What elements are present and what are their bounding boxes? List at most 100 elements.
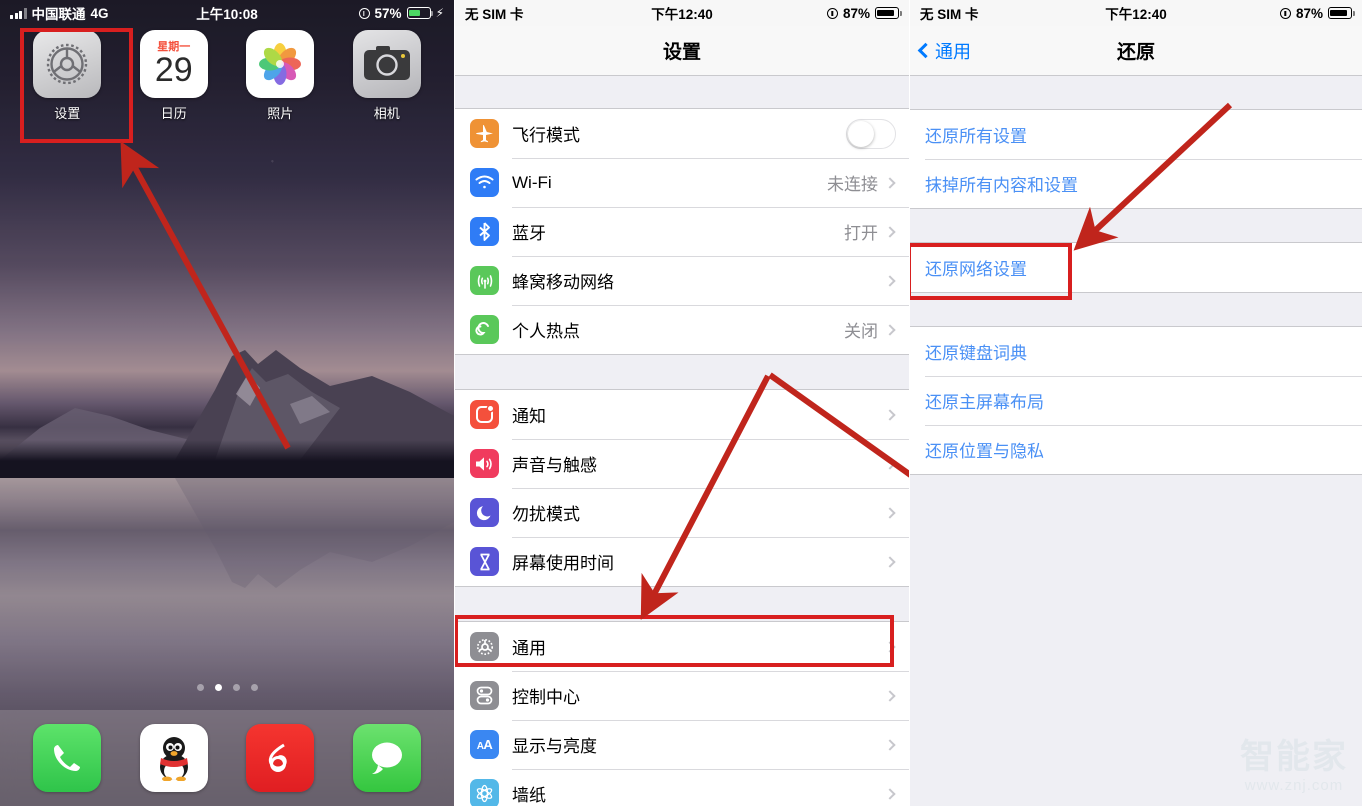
row-notifications[interactable]: 通知 [455,390,909,439]
page-dot[interactable] [232,684,240,691]
page-title: 设置 [662,42,701,63]
app-settings[interactable]: 设置 [25,30,109,122]
cellular-icon [470,266,499,295]
bluetooth-icon [470,217,499,246]
row-display-brightness[interactable]: AA 显示与亮度 [455,720,909,769]
row-label: 通用 [512,639,546,658]
status-left: 无 SIM 卡 [920,3,979,23]
chevron-right-icon [884,457,896,470]
settings-list[interactable]: 飞行模式 Wi-Fi 未连接 蓝牙 打开 蜂窝移动网络 个人热点 关闭 通知 声… [455,76,909,806]
gear-icon [470,632,499,661]
battery-percent-label: 87% [1295,5,1323,21]
row-label: 还原位置与隐私 [925,442,1044,461]
notifications-icon [470,400,499,429]
row-value: 打开 [844,224,878,243]
row-label: 还原网络设置 [925,260,1027,279]
list-gap [455,355,909,389]
row-sounds-haptics[interactable]: 声音与触感 [455,439,909,488]
battery-icon [875,7,902,19]
page-dot[interactable] [250,684,258,691]
chevron-right-icon [884,225,896,238]
qq-penguin-icon[interactable] [139,724,208,792]
row-label: 声音与触感 [512,456,597,475]
signal-bars-icon [10,7,27,19]
screenshot-stage: 中国联通 4G 上午10:08 57% ⚡ 设置 星期一 29 日历 照片 相机… [0,0,1362,806]
netease-music-icon[interactable] [246,724,315,792]
chevron-right-icon [884,176,896,189]
row-cellular[interactable]: 蜂窝移动网络 [455,256,909,305]
reset-group-1: 还原所有设置 抹掉所有内容和设置 [910,109,1362,209]
watermark-title: 智能家 [1240,738,1348,776]
page-indicator [0,684,454,691]
home-dock [0,710,454,806]
page-title: 还原 [1116,42,1155,63]
wallpaper-icon [470,779,499,806]
row-personal-hotspot[interactable]: 个人热点 关闭 [455,305,909,354]
row-label: 控制中心 [512,688,580,707]
carrier-label: 无 SIM 卡 [465,7,524,22]
row-label: 显示与亮度 [512,737,597,756]
status-right: 87% [1279,5,1355,21]
chevron-right-icon [884,787,896,800]
photos-icon [246,30,315,98]
wifi-icon [470,168,499,197]
row-reset-home-screen-layout[interactable]: 还原主屏幕布局 [910,376,1362,425]
row-reset-all-settings[interactable]: 还原所有设置 [910,110,1362,159]
row-wifi[interactable]: Wi-Fi 未连接 [455,158,909,207]
battery-icon [1328,7,1355,19]
list-gap [455,587,909,621]
home-screen-panel: 中国联通 4G 上午10:08 57% ⚡ 设置 星期一 29 日历 照片 相机 [0,0,454,806]
calendar-icon: 星期一 29 [139,30,208,98]
back-button[interactable]: 通用 [910,38,971,64]
carrier-label: 中国联通 [31,7,86,22]
settings-group-notifications: 通知 声音与触感 勿扰模式 屏幕使用时间 [455,389,909,587]
rotation-lock-icon [358,7,370,19]
row-label: 个人热点 [512,322,580,341]
row-erase-all-content[interactable]: 抹掉所有内容和设置 [910,159,1362,208]
reset-group-3: 还原键盘词典 还原主屏幕布局 还原位置与隐私 [910,326,1362,475]
control-center-icon [470,681,499,710]
settings-gear-icon [33,30,102,98]
row-general[interactable]: 通用 [455,622,909,671]
row-reset-location-privacy[interactable]: 还原位置与隐私 [910,425,1362,474]
chevron-right-icon [884,408,896,421]
battery-percent-label: 87% [842,5,870,21]
status-left: 无 SIM 卡 [465,3,524,23]
row-label: 抹掉所有内容和设置 [925,176,1078,195]
home-app-grid: 设置 星期一 29 日历 照片 相机 [0,30,454,122]
settings-navbar: 设置 [455,26,909,76]
page-dot[interactable] [196,684,204,691]
app-photos[interactable]: 照片 [238,30,322,122]
moon-icon [470,498,499,527]
row-label: 屏幕使用时间 [512,554,614,573]
row-reset-keyboard-dictionary[interactable]: 还原键盘词典 [910,327,1362,376]
row-screen-time[interactable]: 屏幕使用时间 [455,537,909,586]
page-dot-active[interactable] [214,684,222,691]
chevron-right-icon [884,689,896,702]
row-label: 还原键盘词典 [925,344,1027,363]
airplane-mode-toggle[interactable] [846,118,896,149]
home-status-bar: 中国联通 4G 上午10:08 57% ⚡ [0,0,454,26]
app-camera[interactable]: 相机 [345,30,429,122]
row-reset-network-settings[interactable]: 还原网络设置 [910,243,1362,292]
app-label: 日历 [160,106,187,121]
app-label: 设置 [54,106,81,121]
reset-group-2: 还原网络设置 [910,242,1362,293]
row-label: 飞行模式 [512,126,580,145]
list-gap [455,76,909,108]
messages-icon[interactable] [352,724,421,792]
row-label: 墙纸 [512,786,546,805]
row-do-not-disturb[interactable]: 勿扰模式 [455,488,909,537]
chevron-right-icon [884,738,896,751]
row-control-center[interactable]: 控制中心 [455,671,909,720]
row-wallpaper[interactable]: 墙纸 [455,769,909,806]
row-bluetooth[interactable]: 蓝牙 打开 [455,207,909,256]
reset-list[interactable]: 还原所有设置 抹掉所有内容和设置 还原网络设置 还原键盘词典 还原主屏幕布局 还… [910,76,1362,806]
row-label: 通知 [512,407,546,426]
list-gap [910,209,1362,242]
chevron-right-icon [884,555,896,568]
app-calendar[interactable]: 星期一 29 日历 [132,30,216,122]
settings-status-bar: 无 SIM 卡 下午12:40 87% [455,0,909,26]
row-airplane-mode[interactable]: 飞行模式 [455,109,909,158]
phone-icon[interactable] [33,724,102,792]
